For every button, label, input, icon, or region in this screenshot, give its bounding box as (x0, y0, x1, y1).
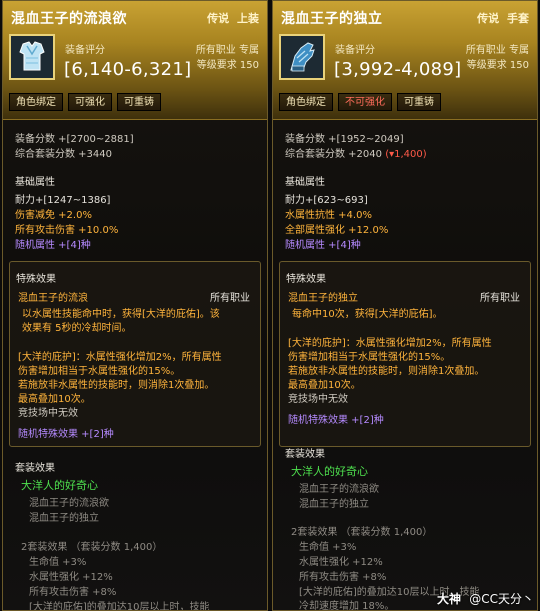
tooltip-body: 装备分数 +[1952~2049] 综合套装分数 +2040 (▾1,400) … (273, 121, 537, 610)
set-score-diff: (▾1,400) (385, 149, 427, 160)
set-name: 大洋人的好奇心 (291, 465, 368, 478)
random-special-line: 随机特殊效果 +[2]种 (288, 415, 384, 426)
bind-status-row: 角色绑定 不可强化 可重铸 (279, 93, 441, 111)
item-tooltip-left: 混血王子的流浪欲 传说 上装 装备评分 [6,140-6,321] 所有职业 专… (2, 0, 268, 611)
set-effect-heading: 套装效果 (15, 463, 55, 474)
set-item-2: 混血王子的独立 (29, 513, 99, 524)
item-title: 混血王子的独立 (281, 11, 383, 27)
item-tooltip-right: 混血王子的独立 传说 手套 装备评分 [3,992-4,089] 所有职业 专属… (272, 0, 538, 611)
set-bonus-heading: 2套装效果 （套装分数 1,400） (21, 542, 163, 553)
set-bonus-4: [大洋的庇佑]的叠加达10层以上时，技能 (29, 602, 210, 611)
effect-jobs: 所有职业 (480, 293, 520, 304)
stat-all-element: 全部属性强化 +12.0% (285, 225, 389, 236)
set-bonus-1: 生命值 +3% (299, 542, 357, 553)
set-name: 大洋人的好奇心 (21, 479, 98, 492)
stat-damage-reduction: 伤害减免 +2.0% (15, 210, 92, 221)
special-effect-box: 特殊效果 混血王子的独立 所有职业 每命中10次，获得[大洋的庇佑]。 [大洋的… (279, 261, 531, 447)
chest-armor-icon (9, 34, 55, 80)
effect-jobs: 所有职业 (210, 293, 250, 304)
effect-text-1: 每命中10次，获得[大洋的庇佑]。 (292, 309, 443, 320)
rarity-tag: 传说 (207, 12, 230, 25)
effect-text-3: [大洋的庇护]：水属性强化增加2%，所有属性 (18, 352, 222, 363)
stat-water-resist: 水属性抗性 +4.0% (285, 210, 372, 221)
level-requirement: 等级要求 150 (466, 60, 529, 71)
tooltip-body: 装备分数 +[2700~2881] 综合套装分数 +3440 基础属性 耐力+[… (3, 121, 267, 610)
set-bonus-3: 所有攻击伤害 +8% (29, 587, 117, 598)
set-bonus-2: 水属性强化 +12% (29, 572, 113, 583)
level-requirement: 等级要求 150 (196, 60, 259, 71)
equip-score-label: 装备评分 (335, 45, 375, 56)
job-requirement: 所有职业 专属 (465, 45, 529, 56)
stat-stamina: 耐力+[623~693] (285, 195, 368, 206)
set-score-text: 综合套装分数 +2040 (285, 149, 383, 160)
effect-text-4: 伤害增加相当于水属性强化的15%。 (18, 366, 181, 377)
reforgeable-badge: 可重铸 (397, 93, 441, 111)
equip-score-value: [3,992-4,089] (334, 59, 462, 80)
effect-name: 混血王子的独立 (288, 293, 358, 304)
item-title: 混血王子的流浪欲 (11, 11, 127, 27)
effect-text-7: 竞技场中无效 (288, 394, 348, 405)
effect-text-2: 效果有 5秒的冷却时间。 (22, 323, 132, 334)
effect-text-6: 最高叠加10次。 (18, 394, 91, 405)
special-heading: 特殊效果 (16, 274, 56, 285)
equip-score-value: [6,140-6,321] (64, 59, 192, 80)
slot-tag: 手套 (507, 12, 529, 25)
equip-score-line: 装备分数 +[1952~2049] (285, 134, 404, 145)
set-bonus-5: 冷却速度增加 18%。 (299, 601, 395, 611)
bind-status-row: 角色绑定 可强化 可重铸 (9, 93, 161, 111)
character-bound-badge: 角色绑定 (9, 93, 63, 111)
set-effect-heading: 套装效果 (285, 449, 325, 460)
basic-attr-heading: 基础属性 (15, 177, 55, 188)
special-effect-box: 特殊效果 混血王子的流浪 所有职业 以水属性技能命中时，获得[大洋的庇佑]。该 … (9, 261, 261, 447)
character-bound-badge: 角色绑定 (279, 93, 333, 111)
gauntlet-icon (279, 34, 325, 80)
watermark-brand: 大神 (437, 592, 462, 606)
set-item-1: 混血王子的流浪欲 (29, 498, 109, 509)
set-bonus-2: 水属性强化 +12% (299, 557, 383, 568)
basic-attr-heading: 基础属性 (285, 177, 325, 188)
equip-score-line: 装备分数 +[2700~2881] (15, 134, 134, 145)
set-bonus-heading: 2套装效果 （套装分数 1,400） (291, 527, 433, 538)
stat-random: 随机属性 +[4]种 (15, 240, 91, 251)
effect-text-5: 若施放非水属性的技能时，则消除1次叠加。 (288, 366, 485, 377)
slot-tag: 上装 (237, 12, 259, 25)
rarity-tag: 传说 (477, 12, 500, 25)
effect-text-1: 以水属性技能命中时，获得[大洋的庇佑]。该 (22, 309, 220, 320)
equip-score-label: 装备评分 (65, 45, 105, 56)
stat-stamina: 耐力+[1247~1386] (15, 195, 111, 206)
watermark-user: @CC天分丶 (469, 592, 534, 606)
stat-random: 随机属性 +[4]种 (285, 240, 361, 251)
stat-all-damage: 所有攻击伤害 +10.0% (15, 225, 119, 236)
not-enhanceable-badge: 不可强化 (338, 93, 392, 111)
item-tags: 传说 手套 (473, 10, 529, 26)
effect-text-3: [大洋的庇护]：水属性强化增加2%，所有属性 (288, 338, 492, 349)
set-score-line: 综合套装分数 +3440 (15, 149, 113, 160)
set-score-line: 综合套装分数 +2040 (▾1,400) (285, 145, 427, 160)
random-special-line: 随机特殊效果 +[2]种 (18, 429, 114, 440)
special-heading: 特殊效果 (286, 274, 326, 285)
set-item-2: 混血王子的独立 (299, 499, 369, 510)
reforgeable-badge: 可重铸 (117, 93, 161, 111)
enhanceable-badge: 可强化 (68, 93, 112, 111)
job-requirement: 所有职业 专属 (195, 45, 259, 56)
effect-name: 混血王子的流浪 (18, 293, 88, 304)
effect-text-6: 最高叠加10次。 (288, 380, 361, 391)
effect-text-4: 伤害增加相当于水属性强化的15%。 (288, 352, 451, 363)
watermark: 大神 @CC天分丶 (437, 590, 534, 607)
tooltip-header: 混血王子的流浪欲 传说 上装 装备评分 [6,140-6,321] 所有职业 专… (3, 1, 267, 120)
effect-text-7: 竞技场中无效 (18, 408, 78, 419)
effect-text-5: 若施放非水属性的技能时，则消除1次叠加。 (18, 380, 215, 391)
set-bonus-3: 所有攻击伤害 +8% (299, 572, 387, 583)
tooltip-header: 混血王子的独立 传说 手套 装备评分 [3,992-4,089] 所有职业 专属… (273, 1, 537, 120)
set-item-1: 混血王子的流浪欲 (299, 484, 379, 495)
set-bonus-1: 生命值 +3% (29, 557, 87, 568)
item-tags: 传说 上装 (203, 10, 259, 26)
